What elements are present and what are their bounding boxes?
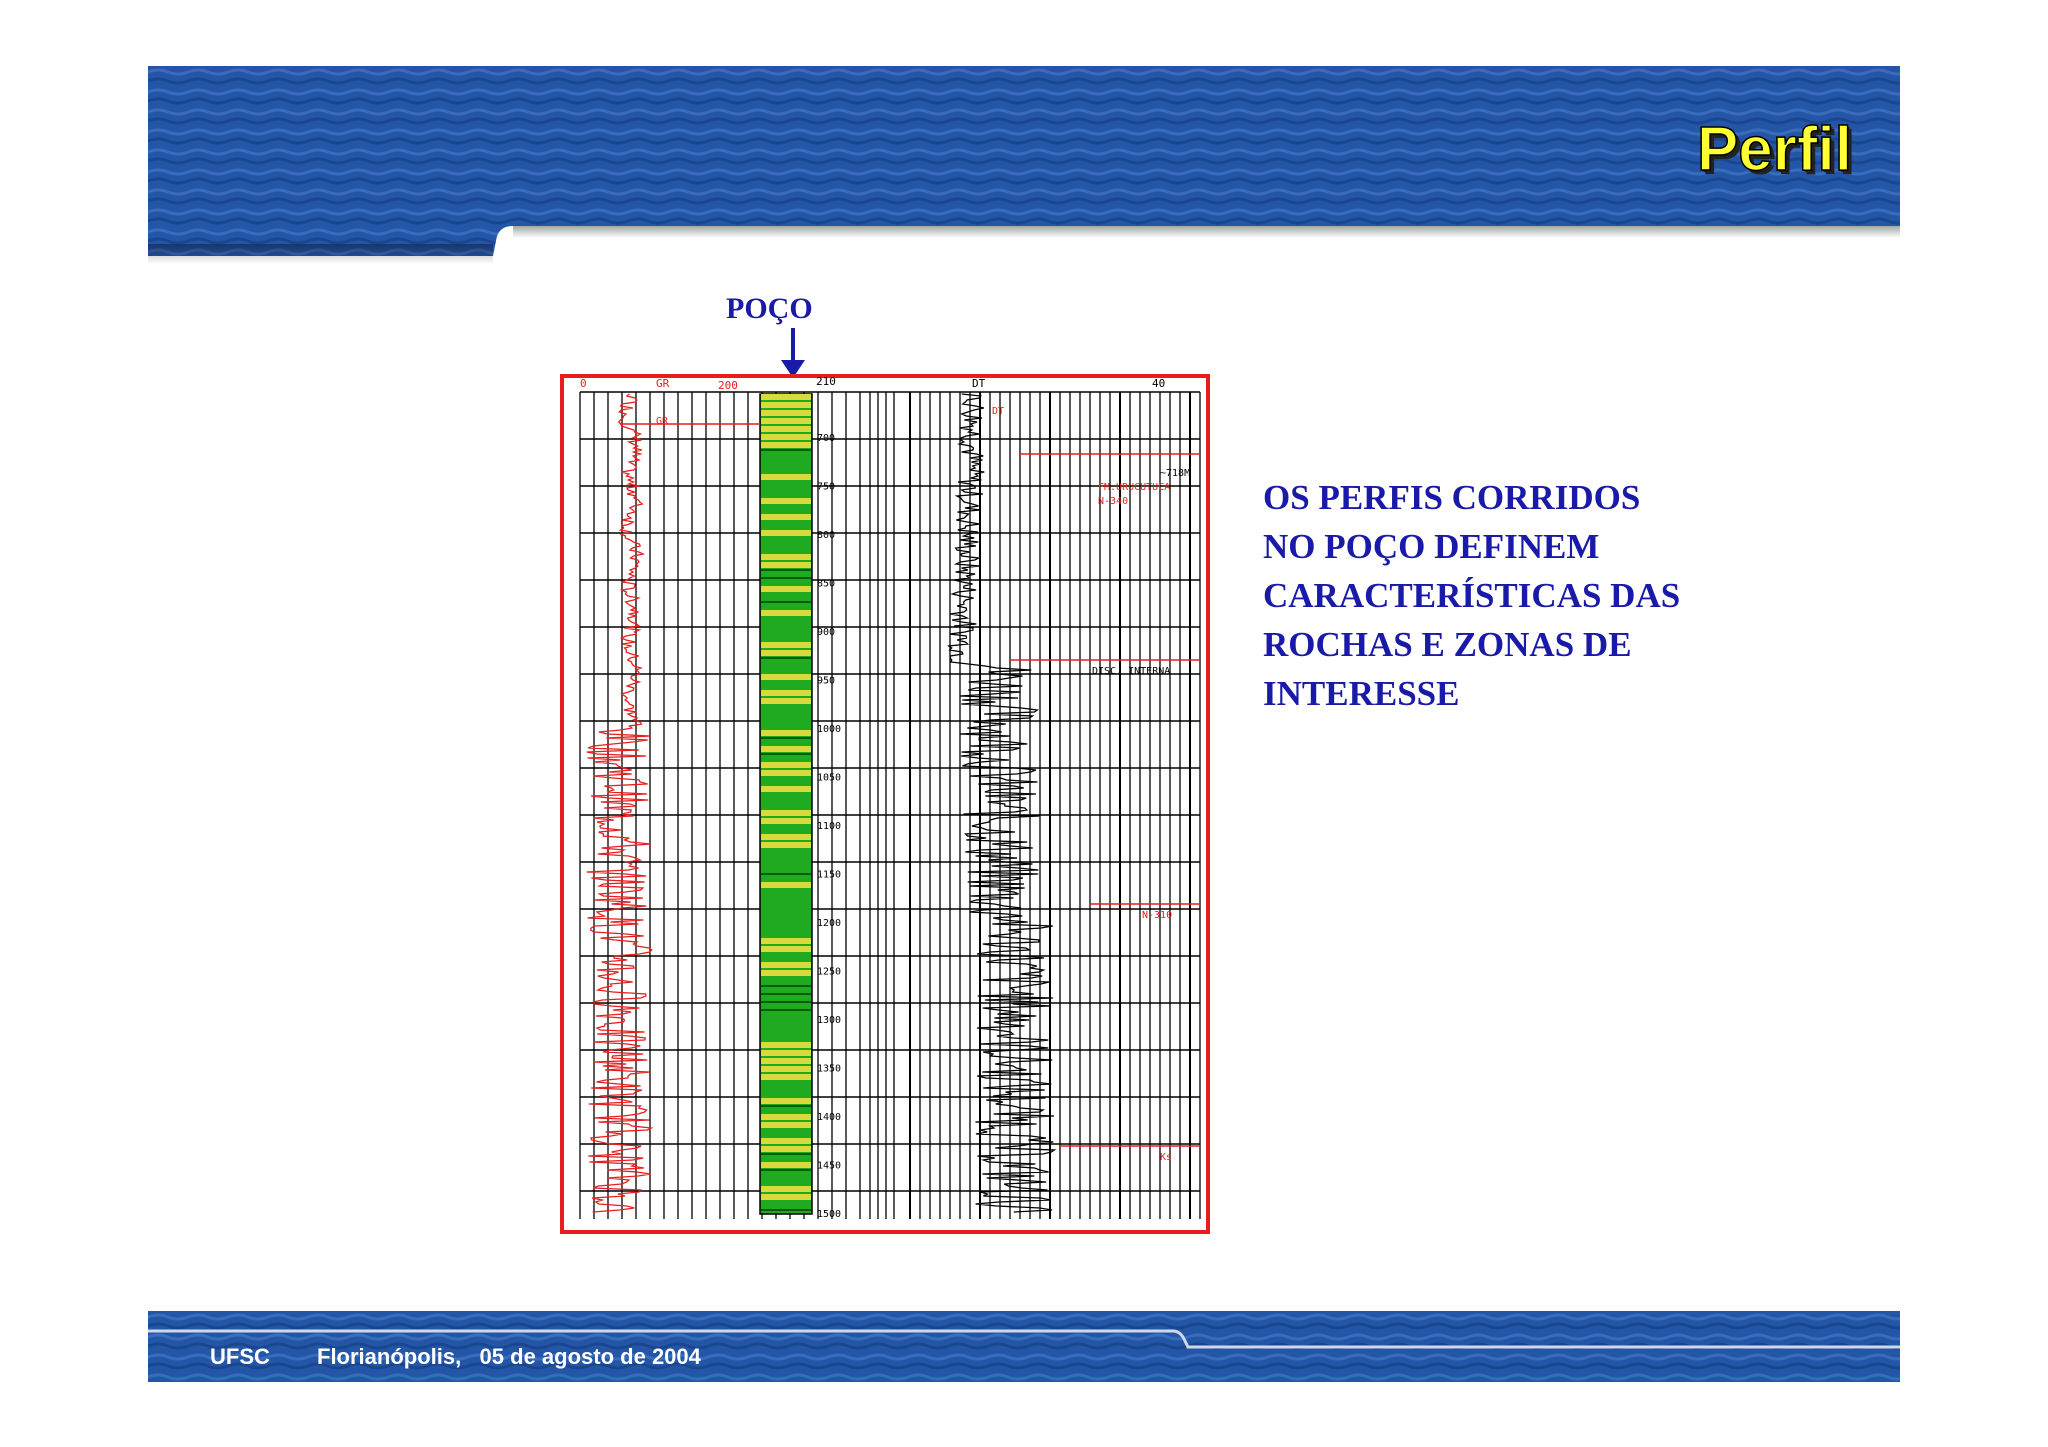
lithology-band [761,882,811,888]
marker-label: FM.URUCUTUCA [1098,482,1170,493]
log-header-mid: 210 [816,375,836,388]
lithology-band [761,474,811,480]
depth-label: 1300 [817,1015,841,1026]
lithology-band [761,1042,811,1048]
body-line: OS PERFIS CORRIDOS [1263,478,1641,517]
depth-label: 1000 [817,724,841,735]
log-header-dt-max: 40 [1152,377,1165,390]
marker-label: N-340 [1098,496,1128,507]
log-header-dt: DT [972,377,986,390]
lithology-band [761,946,811,952]
depth-label: 1100 [817,821,841,832]
depth-label: 800 [817,530,835,541]
body-line: ROCHAS E ZONAS DE [1263,625,1632,664]
lithology-band [761,1162,811,1168]
lithology-band [761,818,811,824]
slide-title: Perfil [1696,114,1853,185]
depth-label: 1500 [817,1209,841,1220]
lithology-band [761,1138,811,1144]
gr-curve-label: GR [656,416,669,427]
depth-label: 1400 [817,1112,841,1123]
body-line: NO POÇO DEFINEM [1263,527,1600,566]
depth-label: 1450 [817,1161,841,1172]
log-header-gr: GR [656,377,670,390]
lithology-band [761,402,811,408]
body-line: CARACTERÍSTICAS DAS [1263,576,1681,615]
lithology-band [761,394,811,400]
lithology-band [761,514,811,520]
lithology-band [761,962,811,968]
lithology-band [761,810,811,816]
lithology-band [761,1146,811,1152]
lithology-band [761,1074,811,1080]
lithology-band [761,1066,811,1072]
lithology-band [761,530,811,536]
lithology-band [761,690,811,696]
lithology-band [761,938,811,944]
well-log-figure: 0 GR 200 210 DT 40 GR DT 700 750 800 850 900 950 1000 1… [560,374,1210,1234]
footer-place-date: Florianópolis, 05 de agosto de 2004 [317,1344,701,1369]
header-band: Perfil [148,66,1900,264]
dt-curve-label: DT [992,406,1004,417]
lithology-band [761,674,811,680]
lithology-band [761,1098,811,1104]
lithology-band [761,770,811,776]
lithology-band [761,842,811,848]
lithology-band [761,650,811,656]
body-text: OS PERFIS CORRIDOS NO POÇO DEFINEM CARAC… [1263,473,1783,718]
lithology-band [761,1050,811,1056]
lithology-band [761,786,811,792]
depth-label: 1200 [817,918,841,929]
lithology-band [761,1194,811,1200]
depth-label: 850 [817,579,835,590]
depth-label: 1250 [817,967,841,978]
lithology-band [761,1114,811,1120]
log-header-gr-max: 200 [718,379,738,392]
depth-label: 950 [817,676,835,687]
depth-label: 700 [817,433,835,444]
lithology-band [761,730,811,736]
marker-label: DISC. INTERNA [1092,666,1170,677]
lithology-band [761,442,811,448]
lithology-band [761,610,811,616]
well-label: POÇO [726,292,813,325]
lithology-band [761,746,811,752]
lithology-band [761,642,811,648]
depth-label: 1150 [817,870,841,881]
lithology-band [761,834,811,840]
lithology-band [761,762,811,768]
lithology-band [761,1058,811,1064]
marker-label: Ks [1160,1152,1172,1163]
log-header-left: 0 [580,377,587,390]
lithology-band [761,562,811,568]
lithology-band [761,1186,811,1192]
marker-label: N-310 [1142,910,1172,921]
lithology-band [761,554,811,560]
footer-institution: UFSC [210,1344,270,1369]
well-arrow-icon [781,328,805,378]
slide: Perfil UFSC Florianópolis, 05 de agosto … [148,66,1900,1382]
lithology-band [761,498,811,504]
depth-label: 1050 [817,773,841,784]
lithology-band [761,586,811,592]
depth-label: 750 [817,482,835,493]
depth-label: 1350 [817,1064,841,1075]
lithology-band [761,426,811,432]
lithology-band [761,434,811,440]
lithology-band [761,410,811,416]
body-line: INTERESSE [1263,674,1460,713]
well-log-chart: 0 GR 200 210 DT 40 GR DT 700 750 800 850 900 950 1000 1… [560,374,1210,1234]
marker-label: ~718M [1160,468,1190,479]
lithology-band [761,1122,811,1128]
depth-label: 900 [817,627,835,638]
lithology-band [761,418,811,424]
lithology-band [761,970,811,976]
lithology-band [761,698,811,704]
